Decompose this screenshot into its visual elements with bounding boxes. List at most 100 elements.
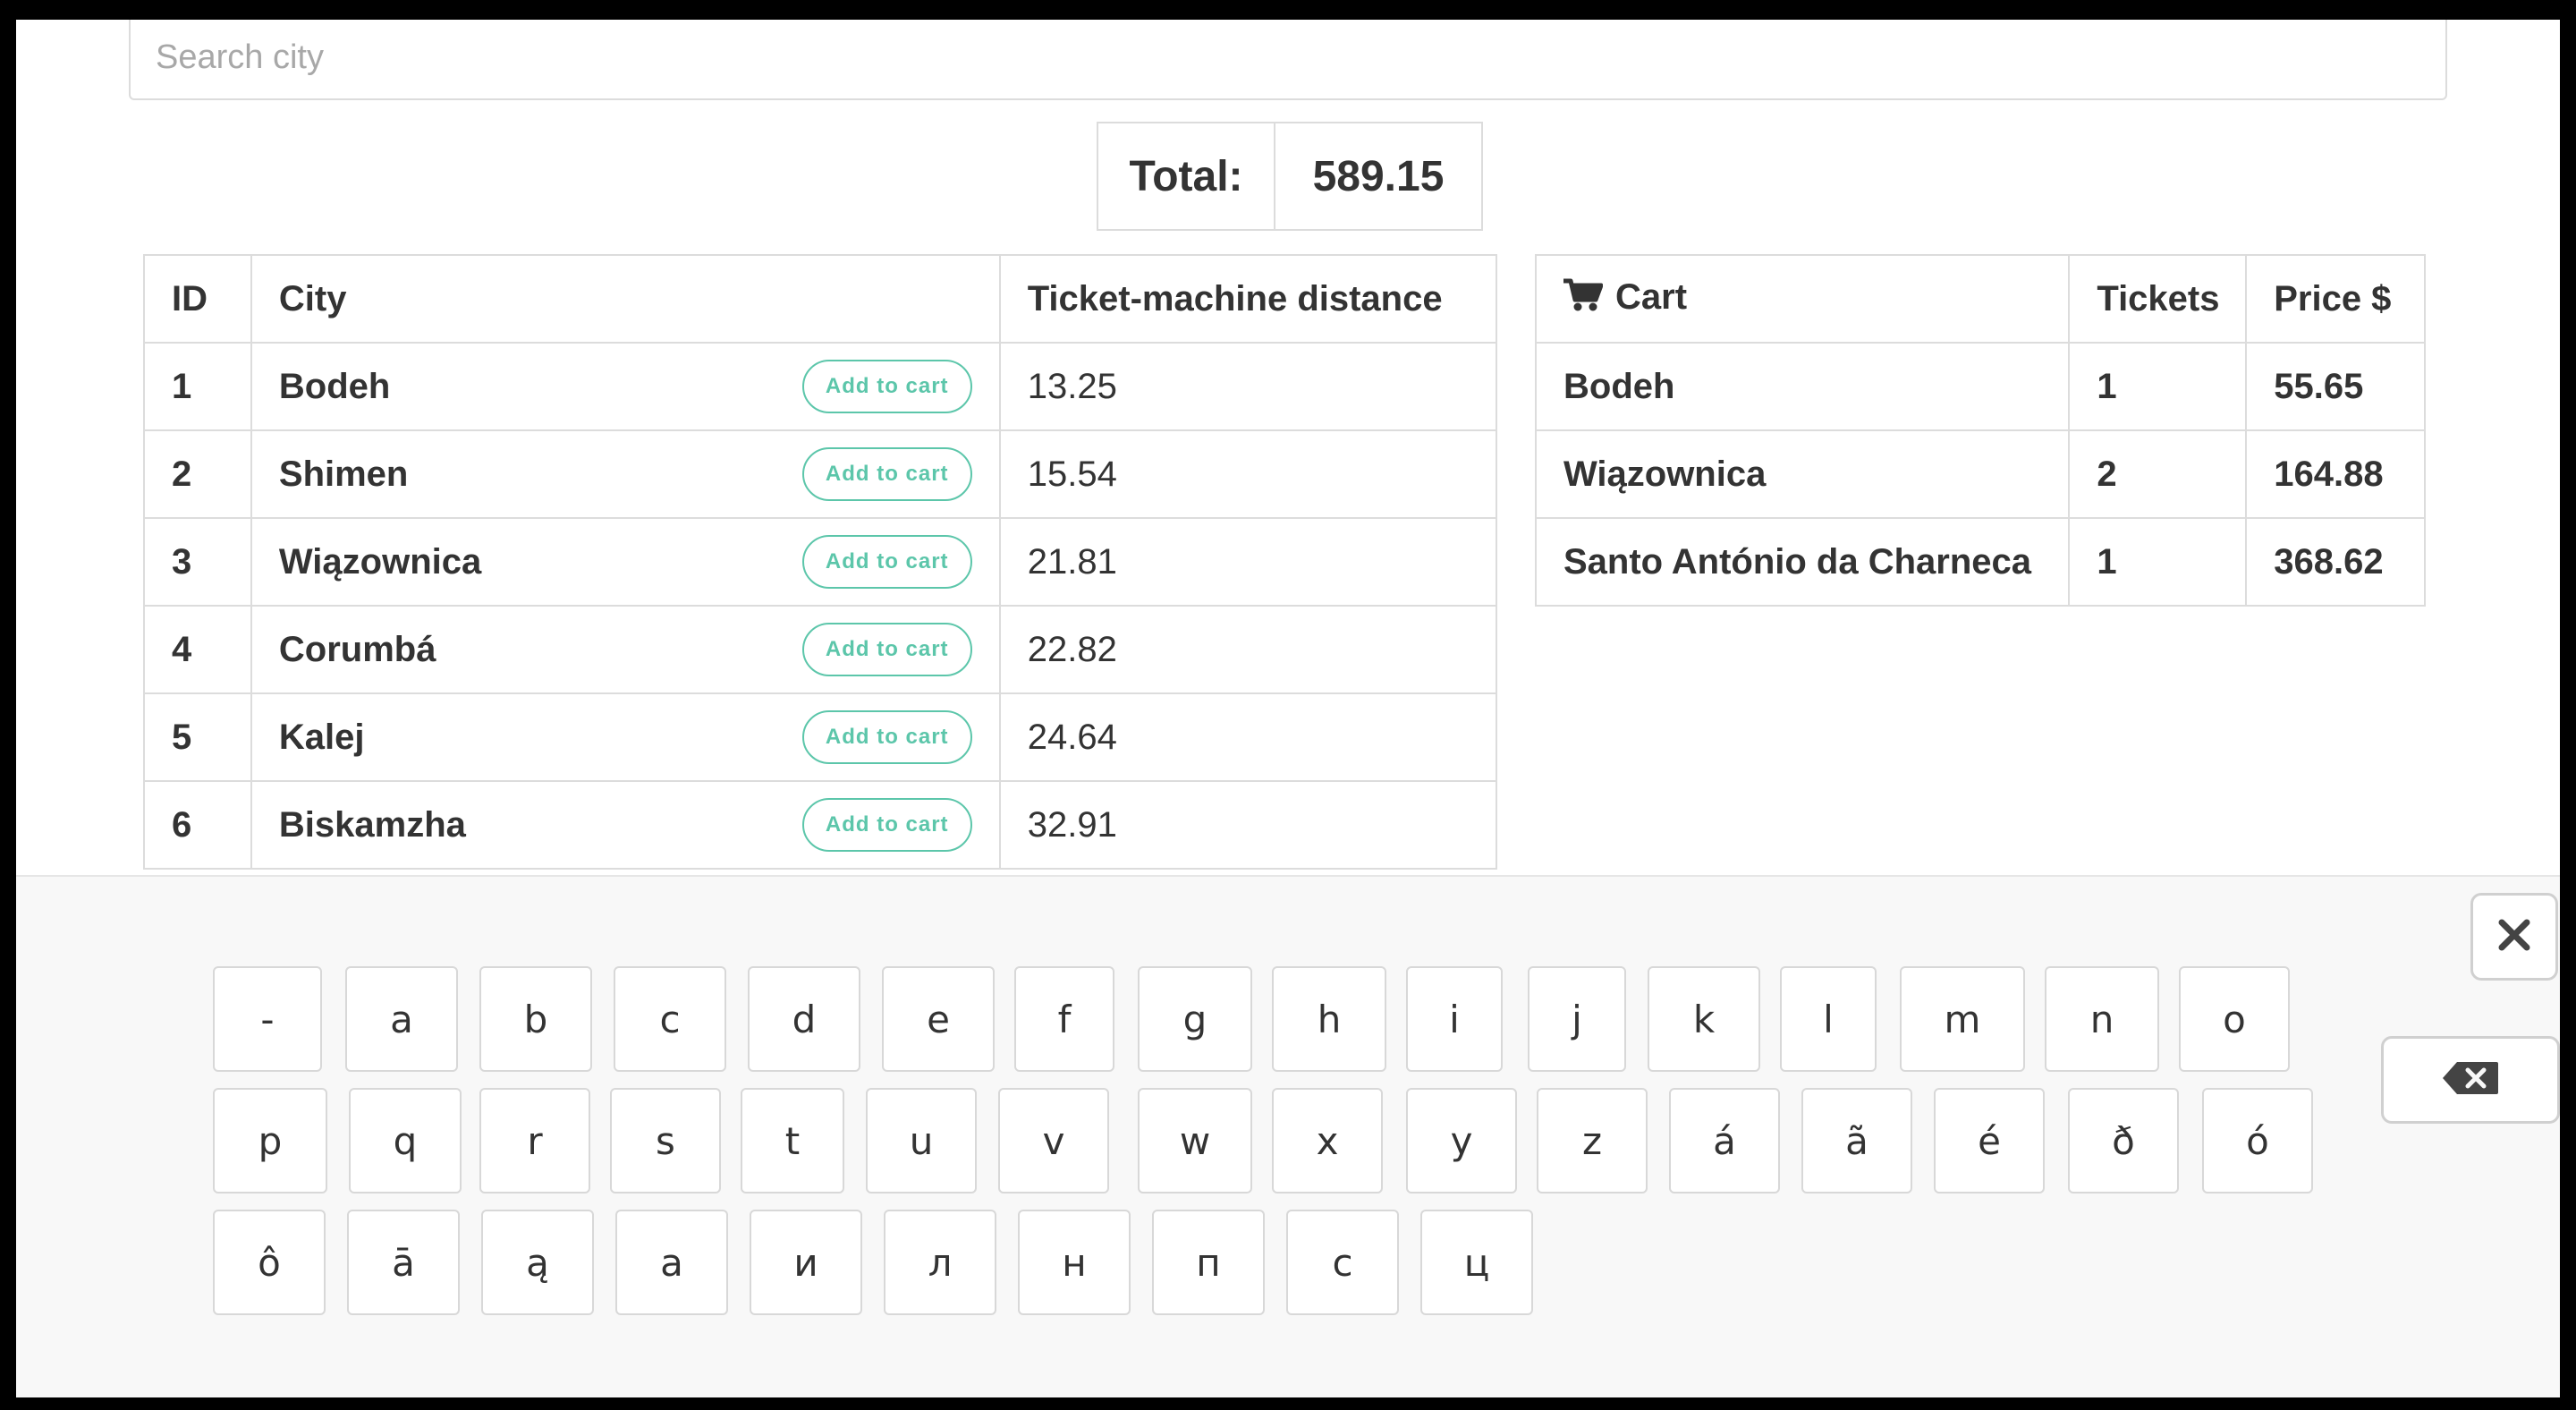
total-box: Total: 589.15	[1097, 122, 1483, 231]
cart-column-header: Cart	[1534, 254, 2071, 344]
keyboard-key[interactable]: s	[610, 1088, 721, 1193]
keyboard-key[interactable]: н	[1018, 1210, 1131, 1315]
keyboard-key[interactable]: r	[479, 1088, 590, 1193]
cities-table: ID City Ticket-machine distance 1 Bodeh Ad…	[143, 254, 1498, 870]
keyboard-key[interactable]: é	[1934, 1088, 2045, 1193]
keyboard-key[interactable]: ð	[2068, 1088, 2179, 1193]
keyboard-key[interactable]: z	[1537, 1088, 1648, 1193]
cart-tickets: 2	[2068, 429, 2248, 519]
backspace-button[interactable]	[2381, 1036, 2560, 1124]
keyboard-key[interactable]: л	[884, 1210, 996, 1315]
distance-cell: 22.82	[998, 605, 1498, 694]
add-to-cart-button[interactable]: Add to cart	[801, 360, 972, 413]
city-name: Wiązownica	[278, 541, 482, 582]
city-id: 4	[143, 605, 252, 694]
city-name: Bodeh	[278, 366, 391, 406]
cart-price: 164.88	[2245, 429, 2426, 519]
total-label: Total:	[1098, 123, 1275, 229]
close-keyboard-button[interactable]	[2470, 893, 2558, 981]
cart-row: Santo António da Charneca 1 368.62	[1534, 517, 2426, 607]
keyboard-key[interactable]: i	[1406, 966, 1503, 1072]
tickets-column-header: Tickets	[2068, 254, 2248, 344]
total-value: 589.15	[1312, 152, 1445, 200]
keyboard-key[interactable]: x	[1272, 1088, 1383, 1193]
keyboard-key[interactable]: á	[1669, 1088, 1780, 1193]
keyboard-key[interactable]: ą	[481, 1210, 594, 1315]
add-to-cart-button[interactable]: Add to cart	[801, 710, 972, 764]
keyboard-key[interactable]: ô	[213, 1210, 326, 1315]
keyboard-key[interactable]: j	[1528, 966, 1626, 1072]
keyboard-key[interactable]: -	[213, 966, 322, 1072]
city-id: 5	[143, 692, 252, 782]
city-id: 1	[143, 342, 252, 431]
cart-table-body: Bodeh 1 55.65 Wiązownica 2 164.88 Santo Antóni…	[1534, 342, 2426, 607]
cart-row: Bodeh 1 55.65	[1534, 342, 2426, 431]
keyboard-key[interactable]: k	[1648, 966, 1760, 1072]
keyboard-key[interactable]: m	[1900, 966, 2025, 1072]
city-cell: Bodeh Add to cart	[250, 342, 1001, 431]
add-to-cart-button[interactable]: Add to cart	[801, 447, 972, 501]
keyboard-key[interactable]: ã	[1801, 1088, 1912, 1193]
keyboard-key[interactable]: p	[213, 1088, 327, 1193]
table-row: 6 Biskamzha Add to cart 32.91	[143, 780, 1498, 870]
distance-cell: 24.64	[998, 692, 1498, 782]
on-screen-keyboard: -abcdefghijklmno pqrstuvwxyzáãéðó ôāąаилнп…	[16, 875, 2560, 1397]
keyboard-key[interactable]: y	[1406, 1088, 1517, 1193]
cities-table-header: ID City Ticket-machine distance	[143, 254, 1498, 344]
keyboard-key[interactable]: ā	[347, 1210, 460, 1315]
keyboard-key[interactable]: c	[614, 966, 726, 1072]
id-column-header: ID	[143, 254, 252, 344]
cart-price: 55.65	[2245, 342, 2426, 431]
add-to-cart-button[interactable]: Add to cart	[801, 535, 972, 589]
keyboard-key[interactable]: а	[615, 1210, 728, 1315]
keyboard-key[interactable]: f	[1014, 966, 1114, 1072]
city-name: Corumbá	[278, 629, 436, 669]
distance-cell: 15.54	[998, 429, 1498, 519]
city-cell: Corumbá Add to cart	[250, 605, 1001, 694]
keyboard-key[interactable]: п	[1152, 1210, 1265, 1315]
cart-table-header: Cart Tickets Price $	[1534, 254, 2426, 344]
keyboard-key[interactable]: g	[1138, 966, 1252, 1072]
table-row: 3 Wiązownica Add to cart 21.81	[143, 517, 1498, 607]
cart-city: Wiązownica	[1534, 429, 2071, 519]
keyboard-key[interactable]: t	[741, 1088, 844, 1193]
distance-cell: 32.91	[998, 780, 1498, 870]
distance-column-header: Ticket-machine distance	[998, 254, 1498, 344]
keyboard-key[interactable]: b	[479, 966, 592, 1072]
add-to-cart-button[interactable]: Add to cart	[801, 798, 972, 852]
cart-city: Santo António da Charneca	[1534, 517, 2071, 607]
keyboard-key[interactable]: v	[998, 1088, 1109, 1193]
cart-table: Cart Tickets Price $ Bodeh 1 55.65 Wiązowni…	[1534, 254, 2426, 607]
close-icon	[2496, 917, 2532, 957]
keyboard-key[interactable]: ó	[2202, 1088, 2313, 1193]
search-input[interactable]	[129, 20, 2447, 100]
table-row: 1 Bodeh Add to cart 13.25	[143, 342, 1498, 431]
table-row: 5 Kalej Add to cart 24.64	[143, 692, 1498, 782]
city-name: Kalej	[278, 717, 365, 757]
keyboard-key[interactable]: d	[748, 966, 860, 1072]
cart-tickets: 1	[2068, 517, 2248, 607]
keyboard-key[interactable]: u	[866, 1088, 977, 1193]
city-name: Shimen	[278, 454, 409, 494]
cart-tickets: 1	[2068, 342, 2248, 431]
page: Total: 589.15 ID City Ticket-machine dis…	[16, 20, 2560, 1397]
add-to-cart-button[interactable]: Add to cart	[801, 623, 972, 676]
keyboard-key[interactable]: n	[2045, 966, 2159, 1072]
price-column-header: Price $	[2245, 254, 2426, 344]
keyboard-key[interactable]: и	[750, 1210, 862, 1315]
keyboard-key[interactable]: q	[349, 1088, 462, 1193]
cart-city: Bodeh	[1534, 342, 2071, 431]
keyboard-key[interactable]: o	[2179, 966, 2290, 1072]
keyboard-key[interactable]: h	[1272, 966, 1386, 1072]
city-column-header: City	[250, 254, 1001, 344]
cart-price: 368.62	[2245, 517, 2426, 607]
keyboard-key[interactable]: ц	[1420, 1210, 1533, 1315]
keyboard-key[interactable]: с	[1286, 1210, 1399, 1315]
distance-cell: 13.25	[998, 342, 1498, 431]
keyboard-key[interactable]: l	[1780, 966, 1877, 1072]
keyboard-key[interactable]: e	[882, 966, 995, 1072]
keyboard-key[interactable]: a	[345, 966, 458, 1072]
keyboard-key[interactable]: w	[1138, 1088, 1252, 1193]
city-cell: Kalej Add to cart	[250, 692, 1001, 782]
city-cell: Wiązownica Add to cart	[250, 517, 1001, 607]
